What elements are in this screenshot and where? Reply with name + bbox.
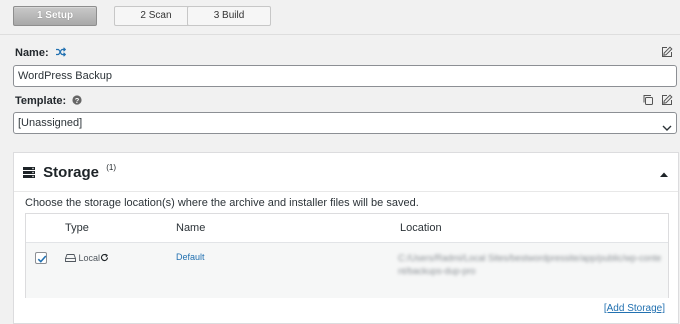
- storage-type-cell: Local: [65, 253, 109, 263]
- storage-type-label: Local: [78, 253, 101, 263]
- template-selected-value: [Unassigned]: [18, 117, 83, 129]
- template-label-row: Template: ?: [15, 95, 82, 108]
- template-label: Template:: [15, 95, 67, 107]
- copy-icon[interactable]: [642, 94, 654, 109]
- header-divider: [0, 34, 680, 35]
- collapse-up-icon[interactable]: [660, 168, 668, 180]
- storage-description: Choose the storage location(s) where the…: [25, 197, 419, 209]
- panel-divider: [14, 191, 678, 192]
- storage-title-row: Storage (1): [23, 163, 116, 182]
- storage-location: C:/Users/Radmi/Local Sites/bestwordpress…: [398, 253, 662, 276]
- add-storage-link[interactable]: [Add Storage]: [604, 303, 665, 314]
- storage-panel: Storage (1) Choose the storage location(…: [13, 152, 679, 324]
- name-input[interactable]: [13, 65, 677, 87]
- column-header-type: Type: [65, 222, 89, 234]
- storage-name-link[interactable]: Default: [176, 252, 205, 262]
- column-header-name: Name: [176, 222, 206, 234]
- step-build[interactable]: 3 Build: [187, 6, 271, 26]
- table-row: Local Default C:/Users/Radmi/Local Sites…: [26, 242, 668, 298]
- chevron-down-icon: [662, 119, 672, 139]
- refresh-icon[interactable]: [100, 253, 109, 263]
- hard-drive-icon: [65, 253, 79, 263]
- edit-template-icon[interactable]: [661, 94, 673, 109]
- shuffle-icon[interactable]: [55, 47, 66, 60]
- step-setup[interactable]: 1 Setup: [13, 6, 97, 26]
- step-scan[interactable]: 2 Scan: [114, 6, 198, 26]
- storage-table: Type Name Location Local Default C:/User…: [25, 213, 669, 298]
- storage-count: (1): [106, 163, 116, 172]
- name-label: Name:: [15, 47, 49, 59]
- column-header-location: Location: [400, 222, 442, 234]
- edit-icon[interactable]: [661, 46, 673, 61]
- storage-checkbox[interactable]: [35, 252, 47, 264]
- database-icon: [23, 165, 35, 182]
- help-icon[interactable]: ?: [72, 95, 82, 108]
- svg-text:?: ?: [75, 96, 80, 105]
- template-select[interactable]: [Unassigned]: [13, 112, 677, 134]
- storage-title: Storage: [43, 164, 100, 181]
- name-label-row: Name:: [15, 47, 66, 60]
